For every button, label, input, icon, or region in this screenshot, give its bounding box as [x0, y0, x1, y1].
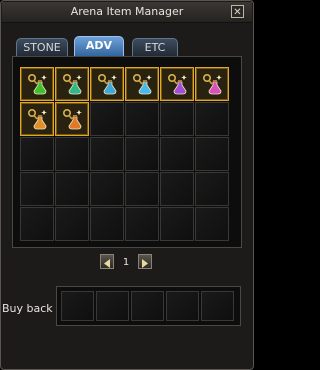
item-slot[interactable] — [195, 207, 229, 241]
page-number: 1 — [122, 257, 130, 268]
item-slot[interactable] — [55, 207, 89, 241]
tab-bar: STONE ADV ETC — [12, 34, 238, 58]
buy-back-slot[interactable] — [166, 291, 199, 321]
tab-etc[interactable]: ETC — [132, 38, 178, 56]
buy-back-label: Buy back — [2, 302, 53, 315]
item-slot[interactable] — [20, 67, 54, 101]
buy-back-slot[interactable] — [96, 291, 129, 321]
arrow-left-icon — [104, 259, 110, 268]
item-slot[interactable] — [195, 102, 229, 136]
purple-potion-icon — [167, 73, 187, 95]
green-potion-icon — [27, 73, 47, 95]
item-slot[interactable] — [160, 172, 194, 206]
item-slot[interactable] — [55, 102, 89, 136]
orange-potion-icon — [27, 108, 47, 130]
item-slot[interactable] — [20, 207, 54, 241]
buy-back-slot[interactable] — [131, 291, 164, 321]
buy-back-slot[interactable] — [61, 291, 94, 321]
item-slot[interactable] — [90, 137, 124, 171]
window-title: Arena Item Manager — [70, 5, 184, 18]
item-panel — [12, 56, 242, 248]
item-slot[interactable] — [90, 207, 124, 241]
item-slot[interactable] — [20, 172, 54, 206]
item-slot[interactable] — [90, 102, 124, 136]
prev-page-button[interactable] — [100, 254, 114, 269]
next-page-button[interactable] — [138, 254, 152, 269]
item-slot[interactable] — [125, 172, 159, 206]
teal-potion-icon — [62, 73, 82, 95]
item-slot[interactable] — [90, 172, 124, 206]
item-slot[interactable] — [125, 137, 159, 171]
item-slot[interactable] — [55, 67, 89, 101]
tab-stone[interactable]: STONE — [16, 38, 68, 56]
tab-adv[interactable]: ADV — [74, 36, 124, 58]
item-slot[interactable] — [20, 102, 54, 136]
item-slot[interactable] — [160, 102, 194, 136]
item-slot[interactable] — [195, 137, 229, 171]
cyan-potion-icon — [97, 73, 117, 95]
item-slot[interactable] — [90, 67, 124, 101]
item-slot[interactable] — [160, 67, 194, 101]
arrow-right-icon — [142, 259, 148, 268]
buy-back-slots — [61, 291, 234, 321]
item-slot[interactable] — [125, 207, 159, 241]
buy-back-slot[interactable] — [201, 291, 234, 321]
buy-back-area — [56, 286, 241, 326]
close-button[interactable]: ✕ — [231, 5, 244, 18]
item-grid — [20, 67, 229, 241]
item-slot[interactable] — [195, 67, 229, 101]
item-slot[interactable] — [195, 172, 229, 206]
close-icon: ✕ — [233, 7, 242, 18]
title-bar[interactable]: Arena Item Manager ✕ — [2, 2, 252, 23]
item-slot[interactable] — [20, 137, 54, 171]
item-slot[interactable] — [55, 172, 89, 206]
magenta-potion-icon — [202, 73, 222, 95]
item-slot[interactable] — [160, 207, 194, 241]
pager: 1 — [100, 254, 152, 270]
item-slot[interactable] — [125, 102, 159, 136]
item-slot[interactable] — [125, 67, 159, 101]
sky-potion-icon — [132, 73, 152, 95]
amber-potion-icon — [62, 108, 82, 130]
item-slot[interactable] — [160, 137, 194, 171]
item-slot[interactable] — [55, 137, 89, 171]
